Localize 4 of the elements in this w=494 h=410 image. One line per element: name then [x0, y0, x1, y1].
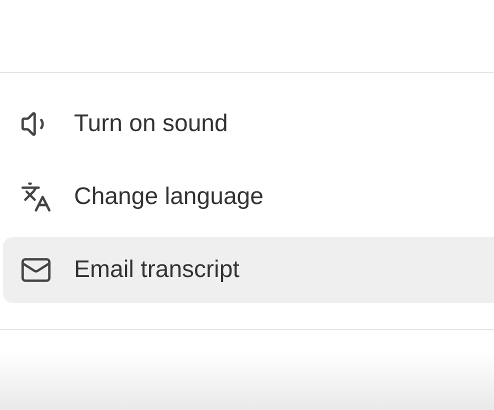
language-icon [20, 181, 52, 213]
menu-item[interactable]: Email transcript [3, 237, 494, 303]
menu-item[interactable]: Change language [3, 164, 494, 230]
menu-item[interactable]: Turn on sound [3, 91, 494, 157]
